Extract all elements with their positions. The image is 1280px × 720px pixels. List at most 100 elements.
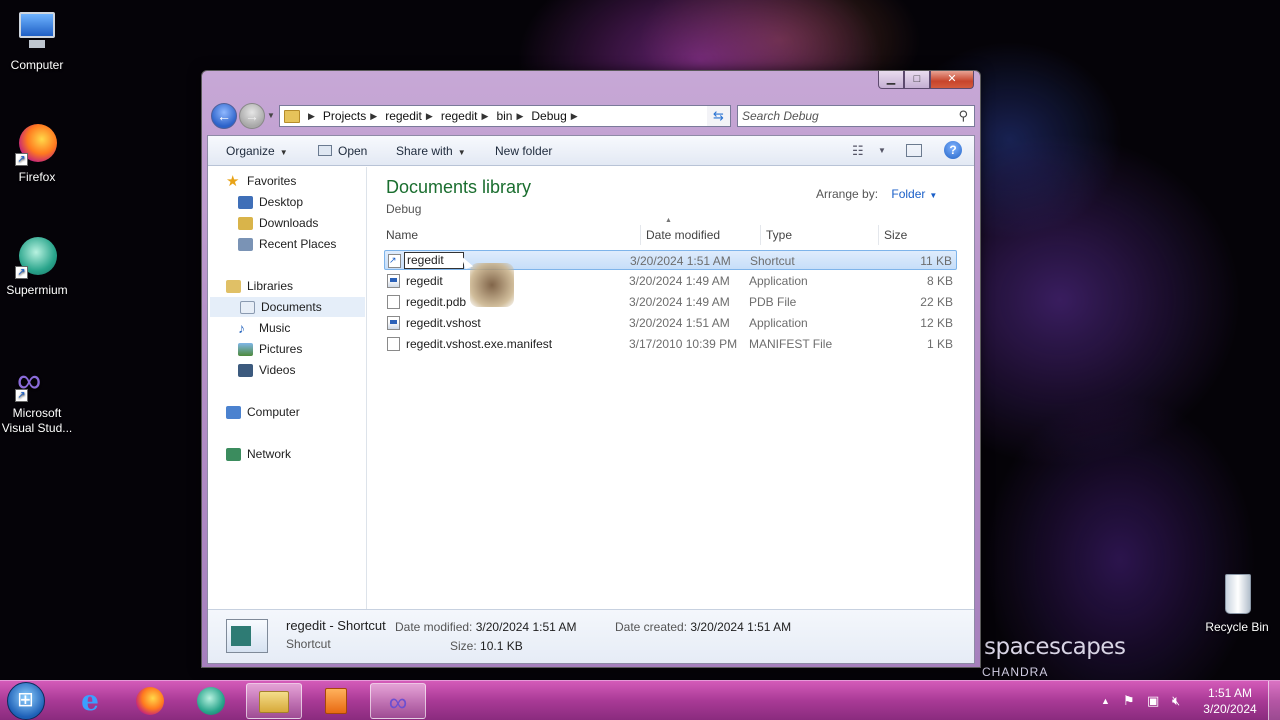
details-size: Size: 10.1 KB — [450, 639, 523, 653]
rename-input[interactable]: regedit — [404, 252, 464, 269]
new-folder-label: New folder — [495, 144, 553, 158]
videos-icon — [238, 363, 253, 377]
nav-label: Favorites — [247, 174, 297, 188]
file-size: 1 KB — [926, 337, 953, 351]
desktop-icon-firefox[interactable]: ↗ Firefox — [0, 122, 77, 185]
nav-label: Computer — [247, 405, 300, 419]
breadcrumb-item[interactable]: Projects — [323, 109, 366, 123]
nav-libraries[interactable]: Libraries — [226, 276, 293, 296]
library-subtitle: Debug — [386, 202, 422, 216]
file-row[interactable]: regedit.vshost 3/20/2024 1:51 AM Applica… — [384, 313, 957, 333]
details-file-name: regedit - Shortcut — [286, 618, 386, 633]
new-folder-button[interactable]: New folder — [495, 144, 552, 158]
volume-muted-icon[interactable]: 🔇︎ — [1172, 681, 1180, 720]
window-controls: ▁ □ ✕ — [878, 71, 974, 89]
nav-videos[interactable]: Videos — [238, 360, 295, 380]
show-desktop-button[interactable] — [1268, 681, 1280, 720]
recent-places-icon — [238, 237, 253, 251]
supermium-icon — [197, 687, 225, 715]
clock-date: 3/20/2024 — [1203, 702, 1257, 716]
taskbar-media-player[interactable] — [308, 683, 364, 719]
help-icon[interactable]: ? — [944, 141, 962, 159]
file-size: 11 KB — [920, 254, 952, 268]
desktop-icon-computer[interactable]: Computer — [0, 10, 77, 73]
navigation-pane: ★ Favorites Desktop Downloads Recent Pla… — [208, 167, 367, 610]
open-button[interactable]: Open — [318, 144, 367, 158]
breadcrumb-separator-icon[interactable]: ▶ — [482, 111, 489, 122]
breadcrumb-separator-icon[interactable]: ▶ — [370, 111, 377, 122]
desktop-icon-visual-studio[interactable]: ∞ ↗ Microsoft Visual Stud... — [0, 358, 77, 436]
taskbar-firefox[interactable] — [122, 683, 178, 719]
desktop-icon-supermium[interactable]: ↗ Supermium — [0, 235, 77, 298]
taskbar: e ∞ ▲ ⚑ ▣ 🔇︎ 1:51 AM 3/20/2024 — [0, 680, 1280, 720]
refresh-button[interactable]: ⇆ — [707, 105, 731, 127]
address-bar[interactable]: ▶ Projects ▶ regedit ▶ regedit ▶ bin ▶ D… — [279, 105, 731, 127]
close-button[interactable]: ✕ — [930, 71, 974, 89]
recent-pages-dropdown-icon[interactable]: ▼ — [267, 111, 275, 120]
column-header-size[interactable]: Size — [879, 225, 959, 245]
content-area: Organize ▼ Open Share with ▼ New folder ☷ … — [207, 135, 975, 664]
drag-preview-image — [470, 263, 514, 307]
network-tray-icon[interactable]: ▣ — [1147, 681, 1159, 720]
breadcrumb-separator-icon[interactable]: ▶ — [426, 111, 433, 122]
minimize-button[interactable]: ▁ — [878, 71, 904, 89]
desktop-icon-label: Computer — [10, 58, 64, 72]
media-player-icon — [325, 688, 347, 714]
organize-button[interactable]: Organize ▼ — [226, 144, 288, 158]
chevron-down-icon: ▼ — [279, 148, 288, 157]
column-header-name[interactable]: Name — [381, 225, 641, 245]
breadcrumb-item[interactable]: regedit — [385, 109, 422, 123]
taskbar-visual-studio[interactable]: ∞ — [370, 683, 426, 719]
taskbar-supermium[interactable] — [183, 683, 239, 719]
breadcrumb-item[interactable]: regedit — [441, 109, 478, 123]
breadcrumb-separator-icon[interactable]: ▶ — [308, 111, 315, 122]
forward-button[interactable]: → — [239, 103, 265, 129]
view-options-dropdown-icon[interactable]: ▼ — [878, 146, 886, 155]
library-title: Documents library — [386, 177, 532, 197]
taskbar-internet-explorer[interactable]: e — [62, 683, 118, 719]
system-clock[interactable]: 1:51 AM 3/20/2024 — [1190, 685, 1270, 717]
shortcut-arrow-icon: ↗ — [15, 153, 28, 166]
search-placeholder: Search Debug — [742, 109, 819, 123]
documents-icon — [240, 300, 255, 314]
open-icon — [318, 145, 332, 156]
breadcrumb-separator-icon[interactable]: ▶ — [516, 111, 523, 122]
nav-computer[interactable]: Computer — [226, 402, 300, 422]
nav-label: Pictures — [259, 342, 303, 356]
action-center-flag-icon[interactable]: ⚑ — [1123, 681, 1135, 720]
arrange-by-dropdown[interactable]: Folder ▼ — [891, 187, 937, 201]
nav-recent-places[interactable]: Recent Places — [238, 234, 336, 254]
nav-favorites[interactable]: ★ Favorites — [226, 171, 296, 191]
change-view-icon[interactable]: ☷ — [852, 143, 864, 159]
back-button[interactable]: ← — [211, 103, 237, 129]
file-date: 3/17/2010 10:39 PM — [629, 337, 738, 351]
generic-file-icon — [387, 295, 400, 309]
supermium-icon: ↗ — [15, 235, 59, 279]
nav-network[interactable]: Network — [226, 444, 291, 464]
breadcrumb-separator-icon[interactable]: ▶ — [571, 111, 578, 122]
search-input[interactable]: Search Debug ⚲ — [737, 105, 975, 127]
breadcrumb-item[interactable]: Debug — [531, 109, 566, 123]
nav-documents[interactable]: Documents — [210, 297, 365, 317]
nav-music[interactable]: ♪ Music — [238, 318, 290, 338]
nav-downloads[interactable]: Downloads — [238, 213, 318, 233]
show-hidden-icons-button[interactable]: ▲ — [1101, 681, 1110, 720]
taskbar-windows-explorer[interactable] — [246, 683, 302, 719]
nav-pictures[interactable]: Pictures — [238, 339, 302, 359]
share-with-button[interactable]: Share with ▼ — [396, 144, 466, 158]
column-header-date-modified[interactable]: Date modified — [641, 225, 761, 245]
preview-pane-icon[interactable] — [906, 144, 922, 157]
open-label: Open — [338, 144, 368, 158]
start-button[interactable] — [7, 682, 45, 720]
star-icon: ★ — [226, 172, 240, 190]
maximize-button[interactable]: □ — [904, 71, 930, 89]
column-header-type[interactable]: Type — [761, 225, 879, 245]
desktop-icon-recycle-bin[interactable]: Recycle Bin — [1197, 572, 1277, 635]
nav-label: Recent Places — [259, 237, 337, 251]
nav-desktop[interactable]: Desktop — [238, 192, 303, 212]
breadcrumb-item[interactable]: bin — [496, 109, 512, 123]
search-icon[interactable]: ⚲ — [958, 106, 968, 126]
file-row[interactable]: regedit.vshost.exe.manifest 3/17/2010 10… — [384, 334, 957, 354]
visual-studio-icon: ∞ ↗ — [15, 362, 42, 402]
nav-label: Videos — [259, 363, 296, 377]
